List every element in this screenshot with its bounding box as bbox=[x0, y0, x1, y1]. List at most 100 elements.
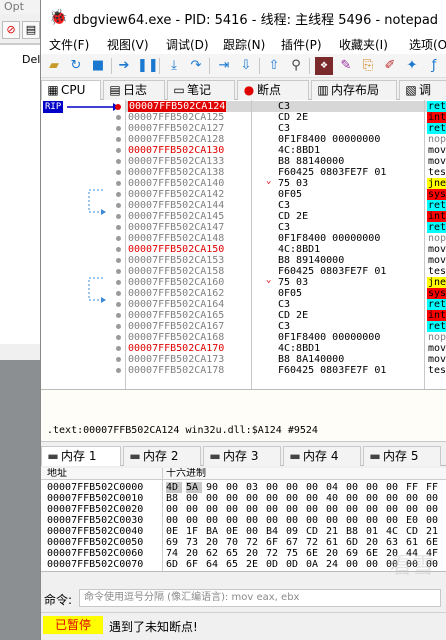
title-bar[interactable]: 🐞 dbgview64.exe - PID: 5416 - 线程: 主线程 54… bbox=[41, 0, 446, 34]
tab-memory-map[interactable]: ▥ 内存布局 bbox=[311, 80, 397, 100]
dump-byte[interactable]: 00 bbox=[366, 559, 382, 570]
stop-icon[interactable]: ■ bbox=[89, 57, 107, 75]
dump-byte[interactable]: B8 bbox=[166, 493, 182, 504]
dump-byte[interactable]: 0D bbox=[286, 559, 302, 570]
dump-byte[interactable]: 72 bbox=[266, 548, 282, 559]
dump-byte[interactable]: 0E bbox=[226, 526, 242, 537]
open-folder-icon[interactable]: ▰ bbox=[45, 57, 63, 75]
disasm-row[interactable]: 00007FFB502CA158 F60425 0803FE7F 01 tes bbox=[126, 266, 446, 277]
step-over-icon[interactable]: ↷ bbox=[187, 57, 205, 75]
dump-byte[interactable]: 00 bbox=[326, 504, 342, 515]
menu-file[interactable]: 文件(F) bbox=[49, 36, 89, 53]
disasm-row[interactable]: 00007FFB502CA165 CD 2E int bbox=[126, 310, 446, 321]
tab-notes[interactable]: ▭ 笔记 bbox=[167, 80, 235, 100]
tab-log[interactable]: ▤ 日志 bbox=[103, 80, 165, 100]
dump-byte[interactable]: 73 bbox=[186, 537, 202, 548]
disasm-row[interactable]: 00007FFB502CA178 F60425 0803FE7F 01 tes bbox=[126, 365, 446, 376]
breakpoint-slot-icon[interactable] bbox=[116, 225, 121, 230]
restart-icon[interactable]: ↻ bbox=[67, 57, 85, 75]
dump-byte[interactable]: 70 bbox=[226, 537, 242, 548]
dump-byte[interactable]: 00 bbox=[306, 493, 322, 504]
scylla-icon[interactable]: ❖ bbox=[315, 57, 333, 75]
dump-byte[interactable]: 63 bbox=[386, 537, 402, 548]
dump-byte[interactable]: 6D bbox=[346, 537, 362, 548]
comment-icon[interactable]: ⎘ bbox=[359, 57, 377, 75]
dump-byte[interactable]: 20 bbox=[206, 537, 222, 548]
tab-cpu[interactable]: ▦ CPU bbox=[41, 80, 101, 100]
dump-byte[interactable]: FF bbox=[426, 482, 442, 493]
disassembly-gutter[interactable]: RIP bbox=[41, 100, 126, 389]
disasm-row[interactable]: 00007FFB502CA153 B8 89140000 mov bbox=[126, 255, 446, 266]
function-icon[interactable]: ƒ bbox=[425, 57, 443, 75]
breakpoint-slot-icon[interactable] bbox=[116, 159, 121, 164]
disasm-row[interactable]: 00007FFB502CA162 0F05 sys bbox=[126, 288, 446, 299]
bookmark-icon[interactable]: ✦ bbox=[403, 57, 421, 75]
breakpoint-slot-icon[interactable] bbox=[116, 346, 121, 351]
tab-memory-2[interactable]: ▬ 内存 2 bbox=[123, 446, 201, 466]
dump-byte[interactable]: 00 bbox=[426, 504, 442, 515]
menu-plugins[interactable]: 插件(P) bbox=[281, 36, 322, 53]
dump-byte[interactable]: 00 bbox=[346, 504, 362, 515]
dump-byte[interactable]: 2E bbox=[246, 559, 262, 570]
dump-byte[interactable]: 00 bbox=[386, 504, 402, 515]
dump-row[interactable]: 00007FFB502C0010 B8 00 00 00 00 00 00 00 40 00 00 00… bbox=[41, 493, 446, 504]
dump-byte[interactable]: 00 bbox=[186, 493, 202, 504]
dump-byte[interactable]: 21 bbox=[426, 526, 442, 537]
trace-into-icon[interactable]: ⇥ bbox=[215, 57, 233, 75]
dump-byte[interactable]: 00 bbox=[186, 515, 202, 526]
menu-debug[interactable]: 调试(D) bbox=[166, 36, 209, 53]
label-icon[interactable]: ✐ bbox=[381, 57, 399, 75]
background-stop-icon[interactable]: ⊘ bbox=[2, 21, 20, 39]
dump-byte[interactable]: 0E bbox=[166, 526, 182, 537]
dump-byte[interactable]: 0D bbox=[266, 559, 282, 570]
dump-byte[interactable]: 00 bbox=[306, 482, 322, 493]
dump-byte[interactable]: 4C bbox=[386, 526, 402, 537]
disasm-row[interactable]: 00007FFB502CA170 4C:8BD1 mov bbox=[126, 343, 446, 354]
memory-dump-view[interactable]: 地址 十六进制 00007FFB502C0000 4D 5A 90 00 03 00 00 00… bbox=[41, 468, 446, 572]
disasm-row[interactable]: 00007FFB502CA124 C3 ret bbox=[126, 101, 446, 112]
dump-byte[interactable]: 00 bbox=[306, 504, 322, 515]
disasm-row[interactable]: 00007FFB502CA164 C3 ret bbox=[126, 299, 446, 310]
dump-byte[interactable]: 90 bbox=[206, 482, 222, 493]
dump-byte[interactable]: 00 bbox=[286, 515, 302, 526]
dump-byte[interactable]: 00 bbox=[206, 504, 222, 515]
dump-byte[interactable]: CD bbox=[406, 526, 422, 537]
dump-byte[interactable]: 0A bbox=[306, 559, 322, 570]
dump-byte[interactable]: 00 bbox=[226, 482, 242, 493]
dump-row[interactable]: 00007FFB502C0020 00 00 00 00 00 00 00 00 00 00 00 00… bbox=[41, 504, 446, 515]
dump-byte[interactable]: 00 bbox=[226, 493, 242, 504]
dump-byte[interactable]: 5A bbox=[186, 482, 202, 493]
dump-byte[interactable]: 65 bbox=[226, 559, 242, 570]
breakpoint-slot-icon[interactable] bbox=[116, 115, 121, 120]
disasm-row[interactable]: 00007FFB502CA173 B8 8A140000 mov bbox=[126, 354, 446, 365]
dump-byte[interactable]: 00 bbox=[366, 493, 382, 504]
breakpoint-slot-icon[interactable] bbox=[116, 170, 121, 175]
dump-byte[interactable]: 65 bbox=[226, 548, 242, 559]
disasm-row[interactable]: 00007FFB502CA128 0F1F8400 00000000 nop bbox=[126, 134, 446, 145]
run-to-user-code-icon[interactable]: ⚲ bbox=[287, 57, 305, 75]
dump-byte[interactable]: 61 bbox=[326, 537, 342, 548]
tab-memory-3[interactable]: ▬ 内存 3 bbox=[203, 446, 281, 466]
dump-byte[interactable]: 00 bbox=[386, 515, 402, 526]
tab-memory-1[interactable]: ▬ 内存 1 bbox=[41, 446, 121, 466]
dump-byte[interactable]: 21 bbox=[326, 526, 342, 537]
disasm-row[interactable]: 00007FFB502CA147 C3 ret bbox=[126, 222, 446, 233]
breakpoint-slot-icon[interactable] bbox=[116, 357, 121, 362]
dump-byte[interactable]: 20 bbox=[326, 548, 342, 559]
dump-byte[interactable]: 09 bbox=[286, 526, 302, 537]
dump-byte[interactable]: 24 bbox=[326, 559, 342, 570]
dump-byte[interactable]: 01 bbox=[366, 526, 382, 537]
dump-byte[interactable]: 00 bbox=[346, 515, 362, 526]
dump-byte[interactable]: 00 bbox=[366, 515, 382, 526]
dump-byte[interactable]: 00 bbox=[266, 482, 282, 493]
dump-byte[interactable]: 69 bbox=[166, 537, 182, 548]
dump-byte[interactable]: 00 bbox=[246, 493, 262, 504]
dump-byte[interactable]: 04 bbox=[326, 482, 342, 493]
dump-byte[interactable]: 00 bbox=[246, 526, 262, 537]
dump-byte[interactable]: 00 bbox=[266, 504, 282, 515]
dump-byte[interactable]: 6E bbox=[306, 548, 322, 559]
disasm-row[interactable]: 00007FFB502CA150 4C:8BD1 mov bbox=[126, 244, 446, 255]
dump-byte[interactable]: 00 bbox=[346, 559, 362, 570]
breakpoint-slot-icon[interactable] bbox=[116, 126, 121, 131]
dump-row[interactable]: 00007FFB502C0060 74 20 62 65 20 72 75 6E 20 69 6E 20… bbox=[41, 548, 446, 559]
